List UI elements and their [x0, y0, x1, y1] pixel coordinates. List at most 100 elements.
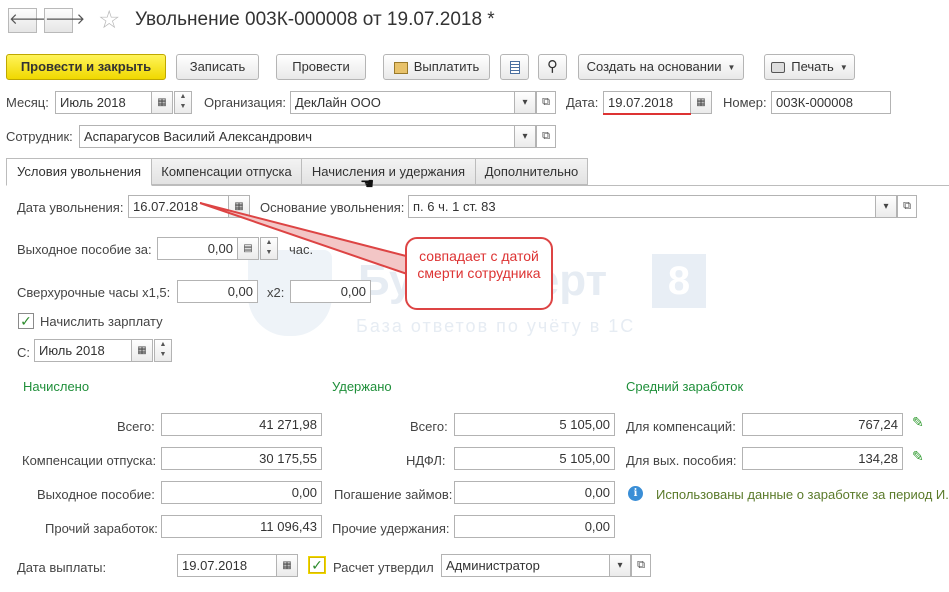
vacation-comp-label: Компенсации отпуска: — [22, 453, 157, 468]
number-label: Номер: — [723, 95, 767, 110]
calendar-icon: ▦ — [157, 97, 167, 108]
avg-severance-label: Для вых. пособия: — [626, 453, 737, 468]
employee-open-button[interactable]: ⧉ — [536, 125, 556, 148]
avg-severance-field: 134,28 — [742, 447, 903, 470]
ndfl-field: 5 105,00 — [454, 447, 615, 470]
dismissal-reason-dropdown-button[interactable]: ▾ — [875, 195, 897, 218]
employee-dropdown-button[interactable]: ▾ — [514, 125, 536, 148]
create-based-on-button[interactable]: Создать на основании ▼ — [578, 54, 744, 80]
withheld-section-header: Удержано — [332, 379, 392, 394]
other-deductions-field: 0,00 — [454, 515, 615, 538]
edit-pencil-icon[interactable]: ✎ — [912, 448, 924, 465]
avg-comp-field: 767,24 — [742, 413, 903, 436]
pay-icon — [393, 61, 408, 74]
tab-dismissal-conditions[interactable]: Условия увольнения — [6, 158, 152, 186]
dismissal-date-label: Дата увольнения: — [17, 200, 124, 215]
earnings-period-info-link[interactable]: Использованы данные о заработке за перио… — [656, 487, 949, 503]
pay-date-calendar-button[interactable]: ▦ — [276, 554, 298, 577]
accrued-total-field: 41 271,98 — [161, 413, 322, 436]
accrue-salary-label: Начислить зарплату — [40, 314, 163, 329]
withheld-total-label: Всего: — [410, 419, 448, 434]
organization-label: Организация: — [204, 95, 287, 110]
other-deductions-label: Прочие удержания: — [332, 521, 450, 536]
month-calendar-button[interactable]: ▦ — [151, 91, 173, 114]
from-month-field[interactable]: Июль 2018 — [34, 339, 132, 362]
pay-date-label: Дата выплаты: — [17, 560, 107, 575]
tab-vacation-compensation[interactable]: Компенсации отпуска — [151, 158, 302, 185]
dropdown-caret-icon: ▼ — [839, 62, 848, 72]
register-list-button[interactable] — [500, 54, 529, 80]
month-label: Месяц: — [6, 95, 49, 110]
info-icon: i — [628, 486, 643, 501]
severance-pay-field: 0,00 — [161, 481, 322, 504]
spin-up-icon: ▲ — [159, 341, 167, 348]
from-month-calendar-button[interactable]: ▦ — [131, 339, 153, 362]
accrued-total-label: Всего: — [117, 419, 155, 434]
chevron-down-icon: ▾ — [522, 131, 528, 142]
dismissal-reason-open-button[interactable]: ⧉ — [897, 195, 917, 218]
approved-by-dropdown-button[interactable]: ▾ — [609, 554, 631, 577]
chevron-down-icon: ▾ — [883, 201, 889, 212]
create-based-on-label: Создать на основании — [586, 59, 722, 74]
callout-annotation: совпадает с датой смерти сотрудника — [405, 237, 553, 310]
dismissal-reason-field[interactable]: п. 6 ч. 1 ст. 83 — [408, 195, 876, 218]
number-field[interactable]: 003К-000008 — [771, 91, 891, 114]
loan-repayment-label: Погашение займов: — [334, 487, 453, 502]
save-button[interactable]: Записать — [176, 54, 259, 80]
chevron-down-icon: ▾ — [522, 97, 528, 108]
from-label: С: — [17, 345, 30, 360]
print-button[interactable]: Печать ▼ — [764, 54, 855, 80]
calendar-icon: ▦ — [696, 97, 706, 108]
dropdown-caret-icon: ▼ — [727, 62, 736, 72]
pay-date-field[interactable]: 19.07.2018 — [177, 554, 277, 577]
post-and-close-button[interactable]: Провести и закрыть — [6, 54, 166, 80]
organization-field[interactable]: ДекЛайн ООО — [290, 91, 515, 114]
edit-pencil-icon[interactable]: ✎ — [912, 414, 924, 431]
ndfl-label: НДФЛ: — [406, 453, 446, 468]
spin-down-icon: ▼ — [179, 103, 187, 110]
favorite-star-icon[interactable]: ☆ — [98, 6, 120, 34]
accrued-section-header: Начислено — [23, 379, 90, 394]
date-field[interactable]: 19.07.2018 — [603, 91, 691, 114]
calc-approved-label: Расчет утвердил — [333, 560, 434, 575]
severance-pay-label: Выходное пособие: — [37, 487, 155, 502]
vacation-comp-field: 30 175,55 — [161, 447, 322, 470]
attach-button[interactable]: ⚲ — [538, 54, 567, 80]
overtime-label: Сверхурочные часы х1,5: — [17, 285, 171, 300]
employee-field[interactable]: Аспарагусов Василий Александрович — [79, 125, 515, 148]
employee-label: Сотрудник: — [6, 129, 73, 144]
calendar-icon: ▦ — [282, 560, 292, 571]
pay-button[interactable]: Выплатить — [383, 54, 490, 80]
average-earnings-header: Средний заработок — [626, 379, 744, 394]
month-field[interactable]: Июль 2018 — [55, 91, 152, 114]
loan-repayment-field: 0,00 — [454, 481, 615, 504]
other-earnings-field: 11 096,43 — [161, 515, 322, 538]
callout-arrow — [199, 202, 411, 277]
calc-approved-checkbox[interactable]: ✓ — [309, 557, 325, 573]
approved-by-open-button[interactable]: ⧉ — [631, 554, 651, 577]
other-earnings-label: Прочий заработок: — [45, 521, 158, 536]
printer-icon — [771, 62, 786, 74]
date-calendar-button[interactable]: ▦ — [690, 91, 712, 114]
back-button[interactable]: 🡐 — [8, 8, 49, 33]
tab-accruals-deductions[interactable]: Начисления и удержания — [301, 158, 476, 185]
document-title: Увольнение 003К-000008 от 19.07.2018 * — [135, 9, 495, 30]
withheld-total-field: 5 105,00 — [454, 413, 615, 436]
callout-pointer — [199, 202, 411, 277]
organization-dropdown-button[interactable]: ▾ — [514, 91, 536, 114]
accrue-salary-checkbox[interactable]: ✓ — [18, 313, 34, 329]
spin-down-icon: ▼ — [159, 351, 167, 358]
post-button[interactable]: Провести — [276, 54, 366, 80]
tab-additional[interactable]: Дополнительно — [475, 158, 588, 185]
hand-cursor-icon: ☚ — [360, 176, 375, 193]
month-spinner[interactable]: ▲ ▼ — [174, 91, 192, 114]
forward-button[interactable]: 🡒 — [44, 8, 85, 33]
organization-open-button[interactable]: ⧉ — [536, 91, 556, 114]
open-icon: ⧉ — [903, 200, 911, 212]
from-month-spinner[interactable]: ▲ ▼ — [154, 339, 172, 362]
date-highlight-underline — [603, 113, 691, 115]
spin-up-icon: ▲ — [179, 93, 187, 100]
overtime-x2-label: х2: — [267, 285, 285, 300]
approved-by-field[interactable]: Администратор — [441, 554, 610, 577]
pay-button-label: Выплатить — [413, 59, 480, 74]
